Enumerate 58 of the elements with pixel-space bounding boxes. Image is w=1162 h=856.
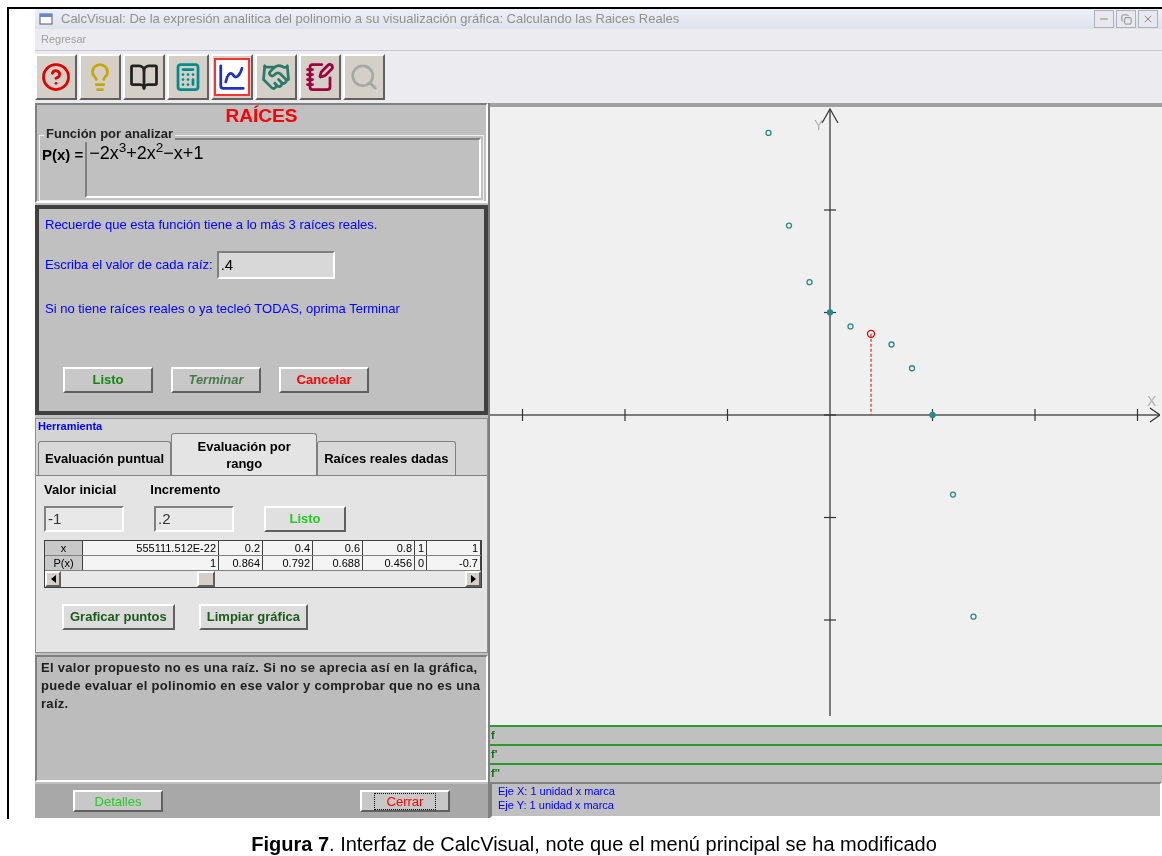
table-cell: 0.456	[363, 555, 415, 570]
action-button[interactable]: Limpiar gráfica	[198, 603, 308, 630]
table-cell: 0	[415, 555, 427, 570]
initial-value-input[interactable]: -1	[44, 505, 124, 532]
right-arrow-icon	[470, 574, 476, 583]
toolbar-button[interactable]	[123, 54, 165, 100]
toolbar-button[interactable]	[79, 54, 121, 100]
table-cell: 1	[427, 540, 481, 555]
axis-info-text: Eje X: 1 unidad x marca	[498, 784, 616, 798]
toolbar-button[interactable]	[299, 54, 341, 100]
increment-input[interactable]: .2	[154, 505, 234, 532]
tab[interactable]: Raíces reales dadas	[317, 441, 456, 475]
y-axis-label: Y	[814, 116, 824, 135]
message-text: El valor propuesto no es una raíz. Si no se aprecia así en la gráfica, puede evaluar el polinomio en ese valor y comprobar que no es una raíz.	[41, 659, 482, 713]
app-icon	[39, 13, 53, 25]
table-cell: 1	[415, 540, 427, 555]
action-button[interactable]: Graficar puntos	[62, 603, 175, 630]
axis-info-text: Eje Y: 1 unidad x marca	[498, 798, 615, 812]
table-cell: 0.792	[263, 555, 313, 570]
group-legend: Función por analizar	[44, 126, 176, 142]
table-cell: 0.864	[219, 555, 263, 570]
table-cell: 0.2	[219, 540, 263, 555]
toolbar-button[interactable]	[211, 54, 253, 100]
toolbar-button[interactable]	[35, 54, 77, 100]
note-text: Si no tiene raíces reales o ya tecleó TODAS, oprima Terminar	[45, 299, 401, 318]
field-label: Valor inicial	[44, 481, 117, 499]
window-title: CalcVisual: De la expresión analitica del polinomio a su visualización gráfica: Calculando las Raices Reales	[61, 10, 681, 29]
table-cell: 0.6	[313, 540, 363, 555]
root-input[interactable]: .4	[216, 250, 335, 279]
search-icon	[349, 62, 379, 92]
book-icon	[129, 62, 159, 92]
close-icon	[1142, 13, 1154, 25]
info-text: Recuerde que esta función tiene a lo más 3 raíces reales.	[45, 216, 379, 234]
field-label: Incremento	[150, 481, 221, 499]
table-cell: 555111.512E-22	[83, 540, 219, 555]
toolbar-button[interactable]	[255, 54, 297, 100]
x-axis-label: X	[1147, 392, 1157, 411]
handshake-icon	[261, 62, 291, 92]
close-button[interactable]	[1138, 10, 1158, 28]
table-cell: 0.8	[363, 540, 415, 555]
toolbar-button[interactable]	[167, 54, 209, 100]
figure-caption: Figura 7. Interfaz de CalcVisual, note que el menú principal se ha modificado	[250, 832, 938, 856]
root-label: Escriba el valor de cada raíz:	[45, 255, 213, 274]
tab[interactable]: Evaluación por rango	[171, 433, 318, 475]
group-legend: Herramienta	[38, 419, 487, 433]
table-cell: 0.4	[263, 540, 313, 555]
left-arrow-icon	[50, 574, 56, 583]
row-header: x	[45, 540, 83, 555]
restore-icon	[1120, 13, 1132, 25]
table-cell: -0.7	[427, 555, 481, 570]
function-label: P(x) =	[42, 145, 84, 165]
help-icon	[41, 62, 71, 92]
table-cell: 1	[83, 555, 219, 570]
notebook-icon	[305, 62, 335, 92]
tab[interactable]: Evaluación puntual	[38, 441, 172, 475]
graph-icon	[217, 62, 247, 92]
section-title: RAÍCES	[224, 105, 299, 127]
table-cell: 0.688	[313, 555, 363, 570]
